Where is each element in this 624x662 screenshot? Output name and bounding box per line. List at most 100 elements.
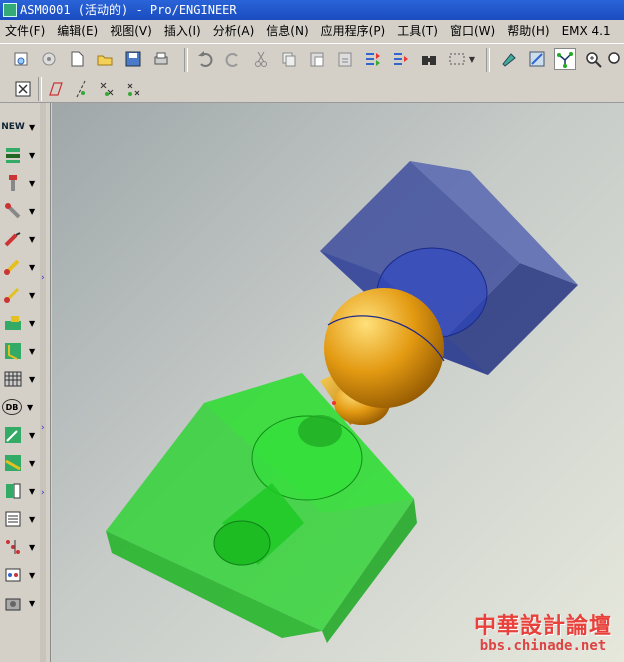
- chevron-down-icon[interactable]: ▼: [29, 459, 35, 468]
- menu-insert[interactable]: 插入(I): [159, 20, 208, 42]
- new-file-icon[interactable]: [66, 48, 88, 70]
- menu-bar: 文件(F) 编辑(E) 视图(V) 插入(I) 分析(A) 信息(N) 应用程序…: [0, 20, 624, 42]
- menu-applications[interactable]: 应用程序(P): [316, 20, 393, 42]
- chevron-down-icon[interactable]: ▼: [29, 375, 35, 384]
- paste-special-icon[interactable]: [334, 48, 356, 70]
- redo-icon[interactable]: [222, 48, 244, 70]
- pattern-tool[interactable]: ▼: [2, 535, 40, 559]
- close-window-icon[interactable]: [12, 78, 34, 100]
- csys-display-icon[interactable]: [122, 78, 144, 100]
- plate-stack-icon: [2, 368, 24, 390]
- menu-file[interactable]: 文件(F): [0, 20, 52, 42]
- chevron-down-icon[interactable]: ▼: [29, 571, 35, 580]
- plane-icon[interactable]: [44, 78, 66, 100]
- save-icon[interactable]: [122, 48, 144, 70]
- window-title: ASM0001 (活动的) - Pro/ENGINEER: [20, 3, 237, 17]
- database-icon: DB: [2, 399, 22, 415]
- new-assembly-icon: NEW: [1, 122, 25, 132]
- settings-tool[interactable]: ▼: [2, 563, 40, 587]
- find-icon[interactable]: [418, 48, 440, 70]
- chevron-right-icon[interactable]: ›: [41, 423, 45, 433]
- cut-icon[interactable]: [250, 48, 272, 70]
- menu-tools[interactable]: 工具(T): [392, 20, 445, 42]
- regen-manager-icon[interactable]: [390, 48, 412, 70]
- menu-emx[interactable]: EMX 4.1: [557, 20, 618, 42]
- chevron-down-icon[interactable]: ▼: [29, 179, 35, 188]
- zoom-in-icon[interactable]: [582, 48, 604, 70]
- orient-icon[interactable]: [526, 48, 548, 70]
- zoom-out-icon[interactable]: [606, 48, 620, 70]
- menu-help[interactable]: 帮助(H): [502, 20, 556, 42]
- regenerate-icon[interactable]: [362, 48, 384, 70]
- repaint-icon[interactable]: [498, 48, 520, 70]
- toolbar-drag-handle[interactable]: › › ›: [40, 103, 46, 662]
- cooling-icon: [2, 452, 24, 474]
- chevron-down-icon[interactable]: ▼: [29, 319, 35, 328]
- lifter-icon: [2, 340, 24, 362]
- axis-display-icon[interactable]: [70, 78, 92, 100]
- chevron-down-icon[interactable]: ▼: [29, 487, 35, 496]
- main-toolbar: ▼: [0, 43, 624, 77]
- menu-window[interactable]: 窗口(W): [445, 20, 502, 42]
- menu-view[interactable]: 视图(V): [105, 20, 159, 42]
- open-folder-icon[interactable]: [94, 48, 116, 70]
- menu-analysis[interactable]: 分析(A): [208, 20, 262, 42]
- analysis-icon: [2, 424, 24, 446]
- toolbar-separator: [184, 48, 188, 72]
- chevron-right-icon[interactable]: ›: [41, 273, 45, 283]
- tools-tool[interactable]: ▼: [2, 591, 40, 615]
- dowel-tool[interactable]: ▼: [2, 227, 40, 251]
- chevron-down-icon[interactable]: ▼: [29, 599, 35, 608]
- lifter-tool[interactable]: ▼: [2, 339, 40, 363]
- cooling-tool[interactable]: ▼: [2, 451, 40, 475]
- new-window-icon[interactable]: [10, 48, 32, 70]
- menu-info[interactable]: 信息(N): [261, 20, 315, 42]
- chevron-down-icon[interactable]: ▼: [29, 431, 35, 440]
- watermark-url: bbs.chinade.net: [479, 638, 607, 654]
- graphics-viewport[interactable]: 中華設計論壇 bbs.chinade.net: [52, 103, 624, 662]
- chevron-down-icon[interactable]: ▼: [29, 123, 35, 132]
- copy-icon[interactable]: [278, 48, 300, 70]
- analysis-tool[interactable]: ▼: [2, 423, 40, 447]
- screw-icon: [2, 200, 24, 222]
- new-assembly-tool[interactable]: NEW ▼: [1, 115, 40, 139]
- title-bar: ASM0001 (活动的) - Pro/ENGINEER: [0, 0, 624, 20]
- chevron-down-icon[interactable]: ▼: [27, 403, 33, 412]
- slider-tool[interactable]: ▼: [2, 311, 40, 335]
- plate-stack-tool[interactable]: ▼: [2, 367, 40, 391]
- chevron-down-icon[interactable]: ▼: [29, 347, 35, 356]
- chevron-down-icon[interactable]: ▼: [29, 263, 35, 272]
- chevron-down-icon[interactable]: ▼: [29, 235, 35, 244]
- dowel-icon: [2, 228, 24, 250]
- datum-point-red: [332, 401, 336, 405]
- sleeve-icon: [2, 284, 24, 306]
- undo-icon[interactable]: [194, 48, 216, 70]
- screw-tool[interactable]: ▼: [2, 199, 40, 223]
- base-plate-tool[interactable]: ▼: [2, 143, 40, 167]
- menu-edit[interactable]: 编辑(E): [52, 20, 105, 42]
- drawing-tool[interactable]: ▼: [2, 507, 40, 531]
- chevron-down-icon[interactable]: ▼: [466, 48, 478, 70]
- datum-display-icon[interactable]: [554, 48, 576, 70]
- chevron-down-icon[interactable]: ▼: [29, 515, 35, 524]
- database-tool[interactable]: DB ▼: [2, 395, 40, 419]
- chevron-down-icon[interactable]: ▼: [29, 151, 35, 160]
- point-display-icon[interactable]: [96, 78, 118, 100]
- chevron-right-icon[interactable]: ›: [41, 488, 45, 498]
- bom-icon: [2, 480, 24, 502]
- guide-pin-tool[interactable]: ▼: [2, 171, 40, 195]
- sleeve-tool[interactable]: ▼: [2, 283, 40, 307]
- open-remote-icon[interactable]: [38, 48, 60, 70]
- chevron-down-icon[interactable]: ▼: [29, 291, 35, 300]
- chevron-down-icon[interactable]: ▼: [29, 543, 35, 552]
- chevron-down-icon[interactable]: ▼: [29, 207, 35, 216]
- bom-tool[interactable]: ▼: [2, 479, 40, 503]
- print-icon[interactable]: [150, 48, 172, 70]
- select-box-icon[interactable]: [446, 48, 468, 70]
- paste-icon[interactable]: [306, 48, 328, 70]
- app-icon: [3, 3, 17, 17]
- ejector-tool[interactable]: ▼: [2, 255, 40, 279]
- watermark: 中華設計論壇 bbs.chinade.net: [474, 608, 612, 654]
- toolbar-separator: [486, 48, 490, 72]
- slider-icon: [2, 312, 24, 334]
